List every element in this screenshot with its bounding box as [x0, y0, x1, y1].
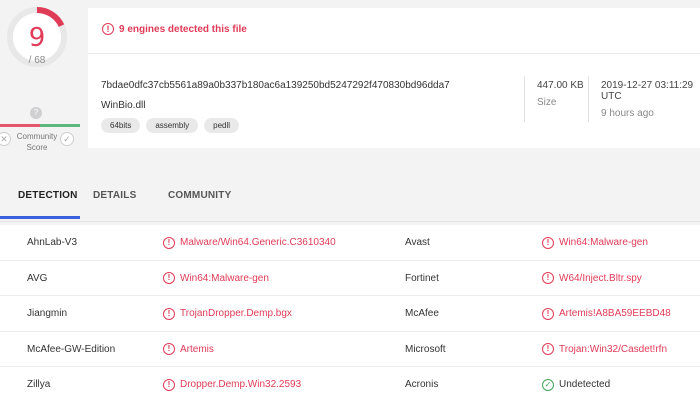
engine-name: Microsoft	[405, 343, 446, 355]
result-label: Malware/Win64.Generic.C3610340	[180, 237, 336, 248]
engine-name: Fortinet	[405, 272, 439, 284]
engine-result: ! Win64:Malware-gen	[542, 225, 648, 260]
active-tab-indicator	[0, 216, 80, 219]
engine-result: ! Dropper.Demp.Win32.2593	[163, 367, 301, 400]
tab-details[interactable]: DETAILS	[93, 190, 136, 201]
vote-harmful-button[interactable]: ✕	[0, 132, 11, 146]
community-score-label: Community Score	[16, 132, 58, 152]
tag[interactable]: pedll	[204, 118, 240, 133]
engine-result: ! Malware/Win64.Generic.C3610340	[163, 225, 336, 260]
help-icon[interactable]: ?	[30, 107, 42, 119]
alert-circle-icon: !	[542, 307, 554, 320]
tab-detection[interactable]: DETECTION	[18, 190, 78, 201]
result-label: Trojan:Win32/Casdet!rfn	[559, 343, 668, 355]
alert-circle-icon: !	[163, 343, 175, 355]
file-name: WinBio.dll	[101, 100, 146, 111]
engine-result: ! Artemis	[163, 332, 214, 367]
engine-name: Avast	[405, 237, 430, 248]
tag[interactable]: assembly	[146, 118, 199, 133]
alert-circle-icon: !	[163, 307, 175, 320]
tab-community[interactable]: COMMUNITY	[168, 190, 231, 201]
detection-count: 9	[28, 23, 46, 53]
file-size-value: 447.00 KB	[537, 80, 584, 91]
file-hash[interactable]: 7bdae0dfc37cb5561a89a0b337b180ac6a139250…	[101, 80, 450, 91]
engine-result: ✓ Undetected	[542, 367, 610, 400]
detections-table: AhnLab-V3 ! Malware/Win64.Generic.C361034…	[0, 225, 700, 400]
detection-banner: ! 9 engines detected this file	[88, 8, 700, 54]
result-label: Undetected	[559, 379, 611, 390]
engine-result: ! Artemis!A8BA59EEBD48	[542, 296, 671, 331]
engine-name: AhnLab-V3	[27, 237, 78, 248]
table-row: AVG ! Win64:Malware-gen Fortinet ! W64/Inj…	[0, 261, 700, 296]
result-label: W64/Inject.Bltr.spy	[559, 272, 642, 284]
vote-harmless-button[interactable]: ✓	[60, 132, 74, 146]
file-size: 447.00 KB Size	[524, 76, 584, 122]
result-label: Dropper.Demp.Win32.2593	[180, 379, 302, 390]
alert-circle-icon: !	[163, 236, 175, 249]
engine-result: ! Trojan:Win32/Casdet!rfn	[542, 332, 667, 367]
analysis-date: 2019-12-27 03:11:29 UTC 9 hours ago	[588, 76, 700, 122]
alert-circle-icon: !	[542, 343, 554, 355]
engine-name: McAfee-GW-Edition	[27, 343, 116, 355]
engine-name: Jiangmin	[27, 308, 68, 319]
check-circle-icon: ✓	[542, 378, 554, 391]
table-row: Zillya ! Dropper.Demp.Win32.2593 Acronis …	[0, 367, 700, 400]
file-size-label: Size	[537, 97, 557, 108]
alert-circle-icon: !	[542, 236, 554, 249]
alert-circle-icon: !	[542, 272, 554, 284]
engine-total: / 68	[28, 55, 46, 66]
result-label: Win64:Malware-gen	[180, 272, 269, 284]
engine-name: Zillya	[27, 379, 51, 390]
result-label: Win64:Malware-gen	[559, 237, 648, 248]
result-label: TrojanDropper.Demp.bgx	[180, 308, 292, 319]
engine-result: ! Win64:Malware-gen	[163, 261, 269, 296]
result-label: Artemis!A8BA59EEBD48	[559, 308, 671, 319]
community-score-bar	[0, 124, 80, 127]
result-label: Artemis	[180, 343, 214, 355]
table-row: AhnLab-V3 ! Malware/Win64.Generic.C361034…	[0, 225, 700, 261]
detection-message: 9 engines detected this file	[119, 24, 247, 35]
file-tags: 64bits assembly pedll	[101, 118, 240, 133]
engine-result: ! W64/Inject.Bltr.spy	[542, 261, 642, 296]
score-panel: 9 / 68 ? ✕ Community Score ✓	[0, 0, 82, 170]
table-row: McAfee-GW-Edition ! Artemis Microsoft ! Tr…	[0, 332, 700, 367]
engine-name: Acronis	[405, 379, 439, 390]
tag[interactable]: 64bits	[101, 118, 141, 133]
alert-circle-icon: !	[102, 23, 114, 35]
engine-result: ! TrojanDropper.Demp.bgx	[163, 296, 292, 331]
report-tabs: DETECTION DETAILS COMMUNITY	[0, 172, 700, 222]
alert-circle-icon: !	[163, 272, 175, 284]
analysis-date-relative: 9 hours ago	[601, 108, 654, 119]
table-row: Jiangmin ! TrojanDropper.Demp.bgx McAfee …	[0, 296, 700, 332]
engine-name: AVG	[27, 272, 48, 284]
engine-name: McAfee	[405, 308, 439, 319]
analysis-date-value: 2019-12-27 03:11:29 UTC	[601, 80, 694, 102]
file-summary-card: ! 9 engines detected this file 7bdae0dfc…	[88, 8, 700, 148]
alert-circle-icon: !	[163, 378, 175, 391]
